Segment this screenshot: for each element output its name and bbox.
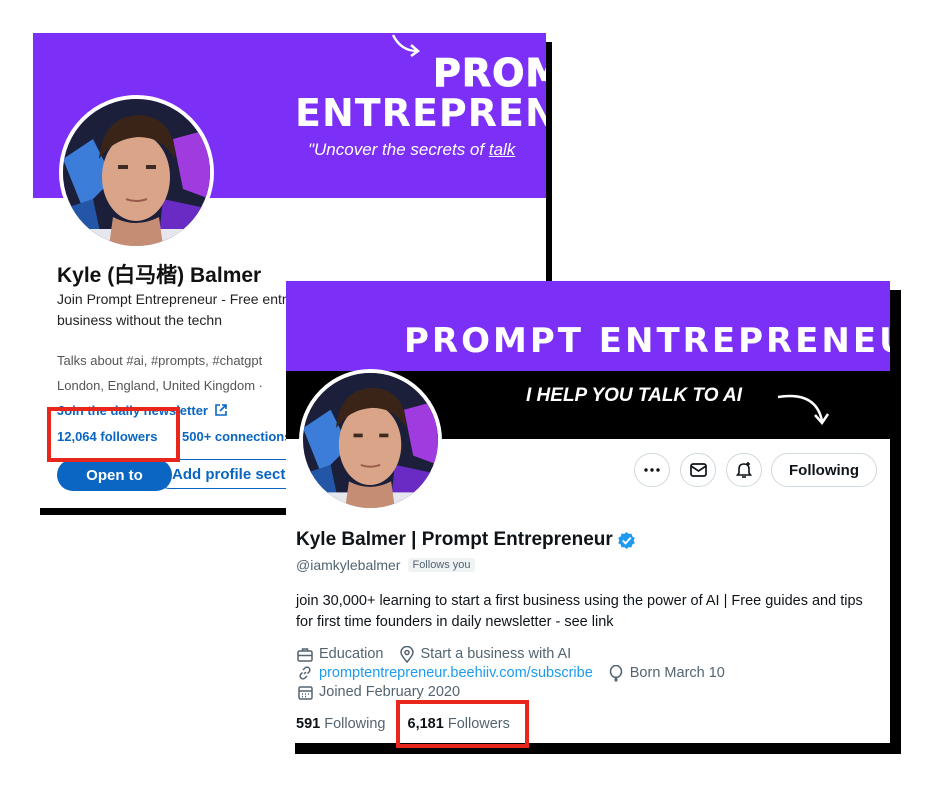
profile-location: Start a business with AI [420,646,572,662]
profile-meta-row-2: promptentrepreneur.beehiiv.com/subscribe… [296,664,725,682]
location-pin-icon [398,645,416,663]
more-dots-icon [644,468,660,472]
connections-link[interactable]: 500+ connections [182,429,291,444]
banner-tagline: "Uncover the secrets of talk [308,140,516,159]
envelope-icon [689,463,707,477]
x-profile-card: PROMPT ENTREPRENEUR I HELP YOU TALK TO A… [286,281,890,743]
profile-meta-row-1: Education Start a business with AI [296,645,571,663]
highlight-box-x-followers [396,700,529,748]
balloon-icon [607,664,625,682]
profile-category: Education [319,646,384,662]
avatar[interactable] [299,369,442,512]
profile-bio: join 30,000+ learning to start a first b… [296,593,863,630]
following-count-link[interactable]: 591 Following [296,716,385,732]
user-handle: @iamkylebalmer Follows you [296,557,475,573]
banner-tagline: I HELP YOU TALK TO AI [526,385,743,406]
profile-joined-date: Joined February 2020 [319,684,461,700]
profile-name: Kyle (白马楷) Balmer [57,264,262,287]
website-link[interactable]: promptentrepreneur.beehiiv.com/subscribe [319,665,593,681]
profile-meta-row-3: Joined February 2020 [296,683,460,701]
verified-badge-icon [618,531,635,549]
talks-about: Talks about #ai, #prompts, #chatgpt [57,353,263,368]
message-button[interactable] [680,453,716,487]
banner-title-line2: ENTREPRENEU [295,91,546,135]
highlight-box-linkedin-followers [47,407,180,462]
more-options-button[interactable] [634,453,670,487]
notifications-button[interactable] [726,453,762,487]
link-icon [296,664,314,682]
display-name: Kyle Balmer | Prompt Entrepreneur [296,529,636,551]
briefcase-icon [296,645,314,663]
profile-location: London, England, United Kingdom · [57,378,263,393]
external-link-icon [214,404,227,416]
profile-birthday: Born March 10 [629,665,725,681]
avatar[interactable] [59,95,214,250]
bell-plus-icon [735,462,753,478]
calendar-icon [296,683,314,701]
follows-you-badge: Follows you [408,558,475,572]
banner-title-line1: PROM [432,51,546,96]
arrow-icon [777,394,830,426]
banner-title: PROMPT ENTREPRENEUR [404,321,890,361]
following-button[interactable]: Following [771,453,877,487]
